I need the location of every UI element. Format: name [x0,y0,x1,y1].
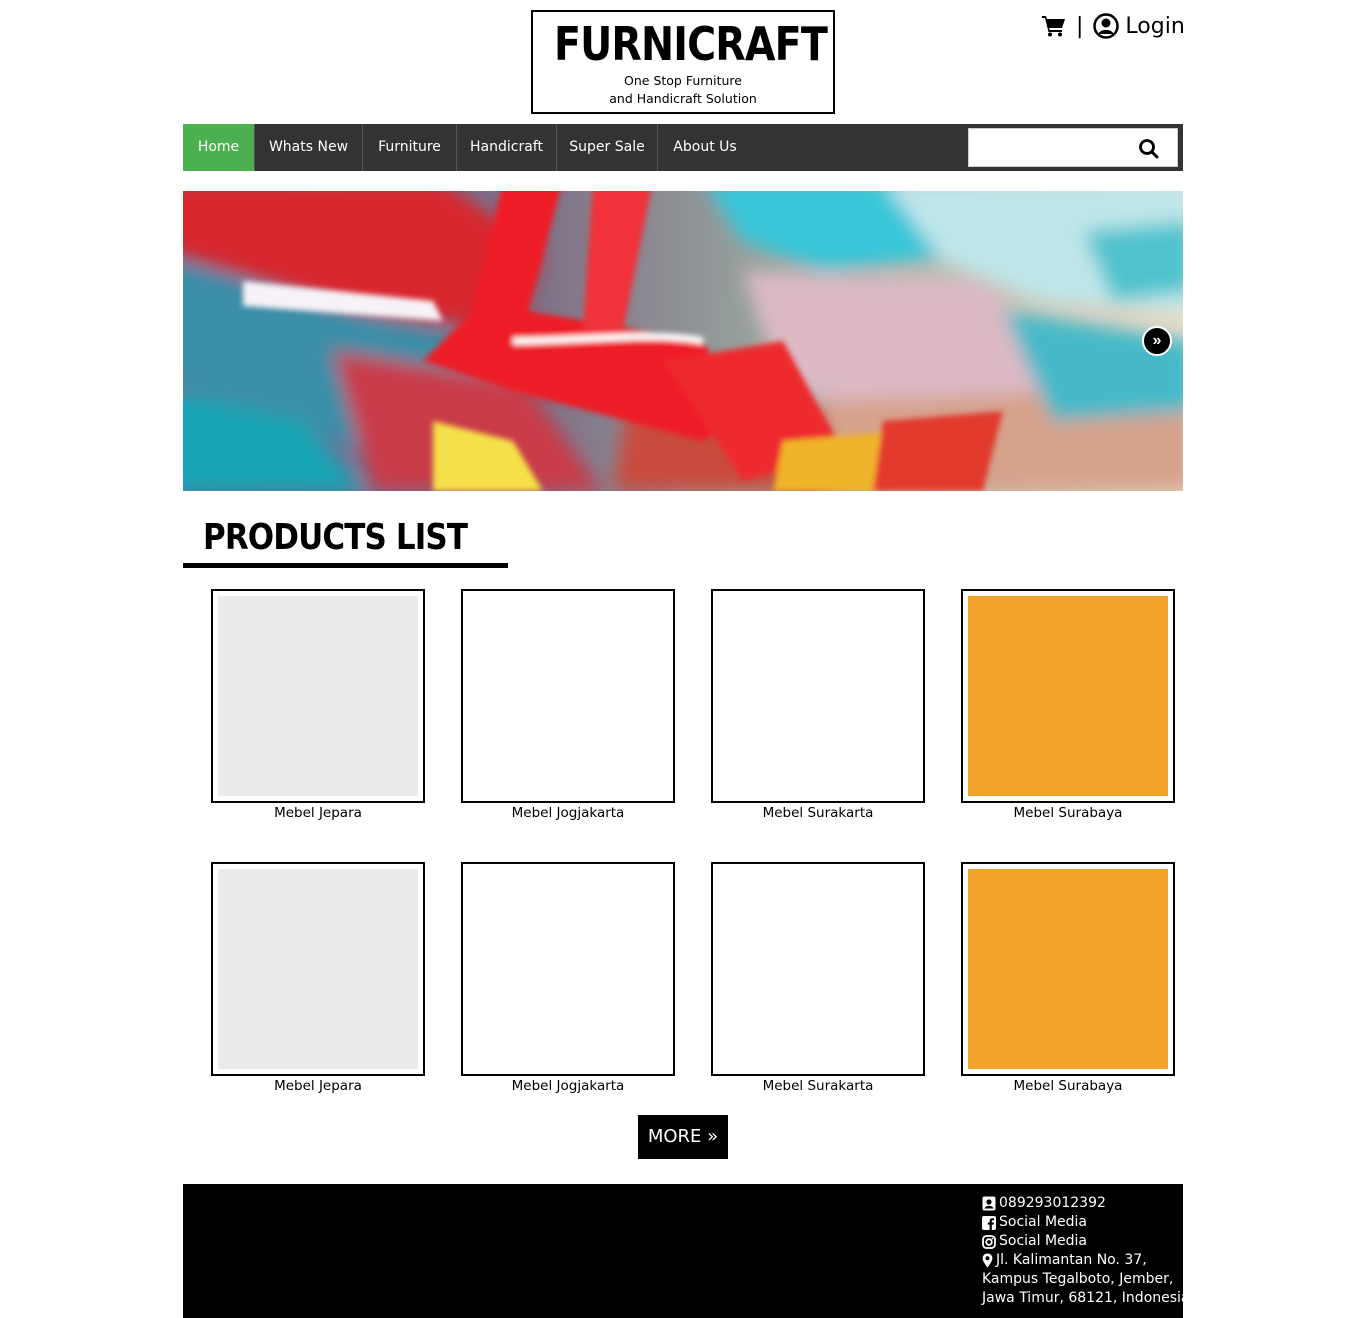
product-image [968,869,1168,1069]
product-image-frame [461,589,675,803]
search-box [968,128,1178,167]
product-image-frame [961,862,1175,1076]
address-line-2: Kampus Tegalboto, Jember, [982,1271,1174,1287]
search-input[interactable] [969,129,1134,166]
product-image [968,596,1168,796]
facebook-link: Social Media [999,1214,1088,1230]
product-image [468,596,668,796]
nav-item-handicraft[interactable]: Handicraft [457,124,557,171]
search-icon[interactable] [1137,137,1161,161]
product-name: Mebel Jogjakarta [511,1078,625,1094]
address-line-1: Jl. Kalimantan No. 37, [996,1252,1147,1268]
nav-item-furniture[interactable]: Furniture [363,124,457,171]
product-image [218,596,418,796]
product-card[interactable]: Mebel Jepara [211,589,425,823]
instagram-link: Social Media [999,1233,1088,1249]
product-card[interactable]: Mebel Surabaya [961,589,1175,823]
address-row: Jl. Kalimantan No. 37, [982,1251,1190,1270]
facebook-row[interactable]: Social Media [982,1213,1190,1232]
product-image [468,869,668,1069]
product-image [718,869,918,1069]
address-line-3: Jawa Timur, 68121, Indonesia [982,1290,1190,1306]
product-name: Mebel Surakarta [762,805,874,821]
phone-row[interactable]: 089293012392 [982,1194,1190,1213]
user-circle-icon [1093,13,1120,39]
product-image-frame [961,589,1175,803]
product-card[interactable]: Mebel Jogjakarta [461,862,675,1096]
logo-title: FURNICRAFT [554,17,828,71]
product-name: Mebel Surabaya [1013,1078,1123,1094]
nav-item-super-sale[interactable]: Super Sale [557,124,658,171]
cart-icon[interactable] [1042,15,1066,37]
product-image-frame [711,862,925,1076]
product-image-frame [211,589,425,803]
title-underline [183,563,508,568]
account-area: | Login [1042,10,1185,42]
product-image [718,596,918,796]
product-image-frame [211,862,425,1076]
product-card[interactable]: Mebel Surabaya [961,862,1175,1096]
hero-image [183,191,1183,491]
product-name: Mebel Jepara [274,1078,362,1094]
logo-tagline-line-1: One Stop Furniture [624,73,742,88]
main-nav: Home Whats New Furniture Handicraft Supe… [183,124,1183,171]
nav-item-whats-new[interactable]: Whats New [255,124,363,171]
product-name: Mebel Jepara [274,805,362,821]
facebook-icon [982,1215,996,1230]
footer: 089293012392 Social Media Social Media J… [183,1184,1190,1318]
product-name: Mebel Surakarta [762,1078,874,1094]
header-separator: | [1076,13,1084,39]
product-name: Mebel Jogjakarta [511,805,625,821]
contact-info: 089293012392 Social Media Social Media J… [982,1194,1190,1308]
product-name: Mebel Surabaya [1013,805,1123,821]
hero-slider: » [183,191,1183,491]
products-list-title: PRODUCTS LIST [203,517,468,558]
phone-number: 089293012392 [999,1195,1106,1211]
login-label: Login [1125,13,1185,39]
product-card[interactable]: Mebel Surakarta [711,862,925,1096]
product-image [218,869,418,1069]
map-marker-icon [982,1253,993,1268]
nav-item-home[interactable]: Home [183,124,255,171]
contact-card-icon [982,1196,996,1211]
product-image-frame [461,862,675,1076]
logo-tagline-line-2: and Handicraft Solution [609,91,757,106]
product-card[interactable]: Mebel Jepara [211,862,425,1096]
instagram-icon [982,1234,996,1249]
instagram-row[interactable]: Social Media [982,1232,1190,1251]
product-card[interactable]: Mebel Jogjakarta [461,589,675,823]
product-card[interactable]: Mebel Surakarta [711,589,925,823]
more-button[interactable]: MORE » [638,1115,728,1159]
slider-next-button[interactable]: » [1142,326,1172,356]
product-image-frame [711,589,925,803]
nav-item-about-us[interactable]: About Us [658,124,752,171]
site-logo[interactable]: FURNICRAFT One Stop Furniture and Handic… [531,10,835,114]
login-button[interactable]: Login [1093,13,1185,39]
